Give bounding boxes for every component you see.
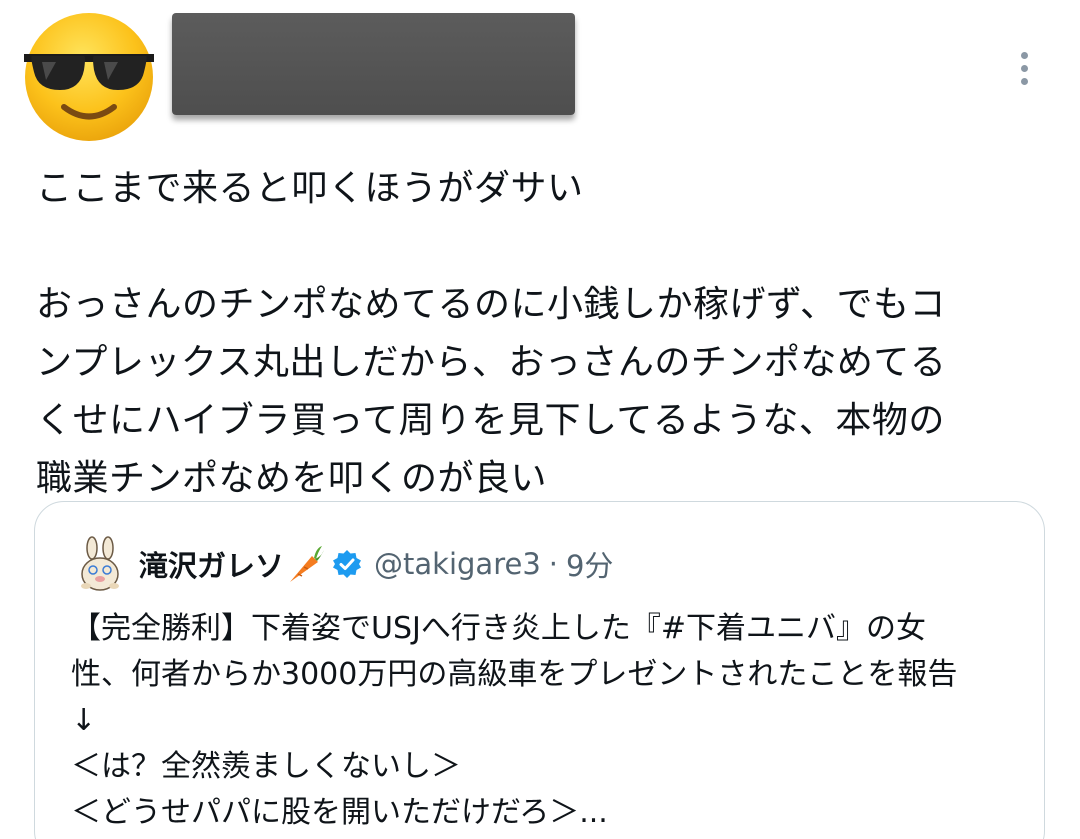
- quote-author-handle[interactable]: @takigare3: [374, 547, 541, 581]
- quoted-tweet-text: 【完全勝利】下着姿でUSJへ行き炎上した『#下着ユニバ』の女 性、何者からか30…: [71, 606, 1021, 836]
- quote-line: ＜は？全然羨ましくないし＞: [71, 749, 461, 784]
- carrot-icon: [290, 546, 325, 582]
- tweet-line: おっさんのチンポなめてるのに小銭しか稼げず、でもコ: [36, 284, 946, 325]
- tweet-line: 職業チンポなめを叩くのが良い: [36, 458, 548, 499]
- verified-badge-icon: [333, 550, 362, 578]
- tweet-text: ここまで来ると叩くほうがダサい おっさんのチンポなめてるのに小銭しか稼げず、でも…: [36, 160, 1046, 508]
- tweet-line: くせにハイブラ買って周りを見下してるような、本物の: [36, 400, 945, 441]
- quoted-tweet-card[interactable]: 滝沢ガレソ @takigare3 · 9分 【完全勝利】下着姿でUSJへ行き炎上…: [34, 501, 1045, 839]
- quote-line: 【完全勝利】下着姿でUSJへ行き炎上した『#下着ユニバ』の女: [71, 611, 926, 646]
- quote-timestamp[interactable]: 9分: [566, 543, 613, 585]
- quote-line: 性、何者からか3000万円の高級車をプレゼントされたことを報告: [71, 657, 958, 692]
- more-dot-icon: [1020, 51, 1028, 59]
- quote-line: ＜どうせパパに股を開いただけだろ＞...: [71, 795, 608, 830]
- tweet-line: ここまで来ると叩くほうがダサい: [36, 168, 584, 209]
- quote-avatar-rabbit-icon[interactable]: [75, 536, 125, 592]
- quoted-tweet-header: 滝沢ガレソ @takigare3 · 9分: [75, 536, 613, 592]
- quote-line: ↓: [71, 703, 97, 738]
- more-options-button[interactable]: [1006, 46, 1042, 90]
- more-dot-icon: [1020, 64, 1028, 72]
- header-separator: ·: [548, 547, 558, 581]
- more-dot-icon: [1020, 77, 1028, 85]
- avatar[interactable]: [22, 10, 156, 144]
- tweet: ここまで来ると叩くほうがダサい おっさんのチンポなめてるのに小銭しか稼げず、でも…: [0, 0, 1080, 839]
- tweet-line: ンプレックス丸出しだから、おっさんのチンポなめてる: [36, 342, 947, 383]
- name-redaction-block: [172, 13, 575, 115]
- quote-author-name[interactable]: 滝沢ガレソ: [139, 543, 284, 585]
